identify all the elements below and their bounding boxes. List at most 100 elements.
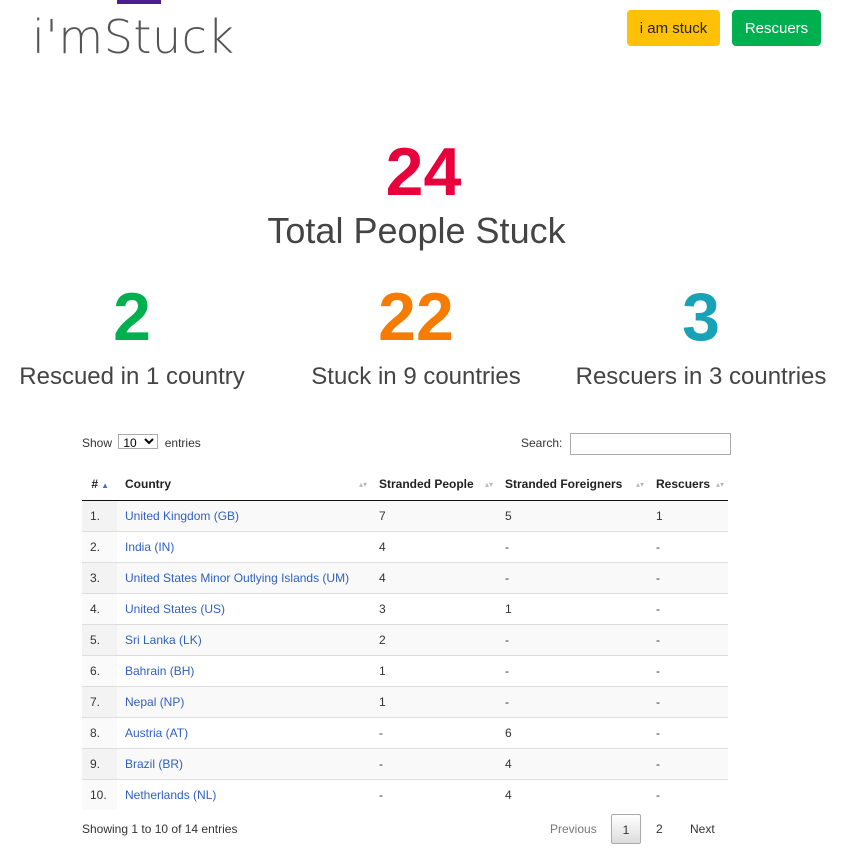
country-link[interactable]: Nepal (NP) — [125, 695, 184, 709]
country-cell: United Kingdom (GB) — [117, 500, 371, 532]
row-number: 8. — [82, 717, 117, 749]
previous-page-button[interactable]: Previous — [536, 814, 611, 844]
sort-both-icon: ▴▾ — [358, 480, 367, 489]
search-label: Search: — [521, 436, 563, 451]
total-stuck-count: 24 — [385, 134, 462, 210]
search-control: Search: — [521, 433, 731, 455]
table-row: 7. Nepal (NP) 1- - — [82, 686, 728, 718]
table-row: 3. United States Minor Outlying Islands (… — [82, 562, 728, 594]
stranded-foreigners-cell: 4 — [497, 748, 648, 780]
total-stuck-label: Total People Stuck — [267, 210, 566, 251]
country-link[interactable]: United States (US) — [125, 602, 225, 616]
country-link[interactable]: United Kingdom (GB) — [125, 509, 239, 523]
rescuers-cell: - — [648, 655, 728, 687]
row-number: 6. — [82, 655, 117, 687]
page-2-button[interactable]: 2 — [647, 814, 672, 844]
page-1-button[interactable]: 1 — [611, 814, 641, 844]
site-logo[interactable]: i'mStuck — [32, 10, 235, 64]
country-cell: Brazil (BR) — [117, 748, 371, 780]
show-label: Show — [82, 436, 113, 450]
column-header-stranded-people[interactable]: Stranded People ▴▾ — [371, 468, 497, 501]
country-link[interactable]: Sri Lanka (LK) — [125, 633, 202, 647]
table-row: 2. India (IN) 4- - — [82, 531, 728, 563]
rescuers-cell: - — [648, 531, 728, 563]
column-header-rescuers[interactable]: Rescuers ▴▾ — [648, 468, 728, 501]
column-header-stranded-foreigners[interactable]: Stranded Foreigners ▴▾ — [497, 468, 648, 501]
country-cell: Austria (AT) — [117, 717, 371, 749]
stranded-people-cell: 1 — [371, 655, 497, 687]
page-length-control: Show 10 entries — [82, 434, 201, 450]
i-am-stuck-button[interactable]: i am stuck — [627, 10, 720, 46]
row-number: 10. — [82, 779, 117, 810]
stranded-foreigners-cell: 5 — [497, 500, 648, 532]
rescuers-cell: - — [648, 624, 728, 656]
stranded-foreigners-cell: 6 — [497, 717, 648, 749]
row-number: 1. — [82, 500, 117, 532]
sort-ascending-icon: ▲ — [101, 481, 109, 490]
table-row: 5. Sri Lanka (LK) 2- - — [82, 624, 728, 656]
stranded-foreigners-cell: 1 — [497, 593, 648, 625]
stranded-foreigners-cell: - — [497, 655, 648, 687]
table-row: 8. Austria (AT) -6- — [82, 717, 728, 749]
rescued-count: 2 — [113, 279, 151, 355]
country-cell: India (IN) — [117, 531, 371, 563]
rescuers-button[interactable]: Rescuers — [732, 10, 821, 46]
rescuers-cell: 1 — [648, 500, 728, 532]
country-link[interactable]: Brazil (BR) — [125, 757, 183, 771]
stranded-people-cell: 2 — [371, 624, 497, 656]
stranded-people-cell: 1 — [371, 686, 497, 718]
sort-both-icon: ▴▾ — [484, 480, 493, 489]
country-link[interactable]: Austria (AT) — [125, 726, 188, 740]
country-link[interactable]: Bahrain (BH) — [125, 664, 194, 678]
rescuers-count: 3 — [682, 279, 720, 355]
row-number: 5. — [82, 624, 117, 656]
rescuers-cell: - — [648, 562, 728, 594]
country-link[interactable]: Netherlands (NL) — [125, 788, 216, 802]
row-number: 3. — [82, 562, 117, 594]
countries-table: # ▲ Country ▴▾ Stranded People ▴▾ Stranded … — [82, 468, 728, 810]
stranded-people-cell: 3 — [371, 593, 497, 625]
row-number: 7. — [82, 686, 117, 718]
column-header-number[interactable]: # ▲ — [82, 468, 117, 501]
row-number: 2. — [82, 531, 117, 563]
rescuers-cell: - — [648, 779, 728, 810]
country-cell: Nepal (NP) — [117, 686, 371, 718]
stranded-people-cell: 4 — [371, 531, 497, 563]
stranded-foreigners-cell: - — [497, 531, 648, 563]
country-link[interactable]: United States Minor Outlying Islands (UM… — [125, 571, 349, 585]
stranded-foreigners-cell: 4 — [497, 779, 648, 810]
stranded-foreigners-cell: - — [497, 562, 648, 594]
table-row: 9. Brazil (BR) -4- — [82, 748, 728, 780]
stranded-people-cell: - — [371, 779, 497, 810]
search-input[interactable] — [569, 433, 731, 455]
rescuers-cell: - — [648, 717, 728, 749]
country-cell: United States Minor Outlying Islands (UM… — [117, 562, 371, 594]
rescuers-cell: - — [648, 686, 728, 718]
country-cell: Bahrain (BH) — [117, 655, 371, 687]
sort-both-icon: ▴▾ — [635, 480, 644, 489]
table-row: 6. Bahrain (BH) 1- - — [82, 655, 728, 687]
country-link[interactable]: India (IN) — [125, 540, 174, 554]
sort-both-icon: ▴▾ — [715, 480, 724, 489]
stranded-people-cell: - — [371, 748, 497, 780]
rescuers-cell: - — [648, 748, 728, 780]
page-length-select[interactable]: 10 — [118, 434, 159, 449]
column-header-country[interactable]: Country ▴▾ — [117, 468, 371, 501]
table-row: 4. United States (US) 3 1- — [82, 593, 728, 625]
table-header-row: # ▲ Country ▴▾ Stranded People ▴▾ Stranded … — [82, 468, 728, 501]
table-row: 1. United Kingdom (GB) 7 5 1 — [82, 500, 728, 532]
top-accent-bar — [117, 0, 161, 4]
row-number: 9. — [82, 748, 117, 780]
table-row: 10. Netherlands (NL) -4- — [82, 779, 728, 810]
stranded-people-cell: 7 — [371, 500, 497, 532]
stuck-label: Stuck in 9 countries — [311, 363, 521, 390]
country-cell: United States (US) — [117, 593, 371, 625]
table-info: Showing 1 to 10 of 14 entries — [82, 822, 238, 836]
country-cell: Sri Lanka (LK) — [117, 624, 371, 656]
rescued-label: Rescued in 1 country — [19, 363, 245, 390]
entries-label: entries — [164, 436, 201, 450]
stranded-people-cell: - — [371, 717, 497, 749]
rescuers-label: Rescuers in 3 countries — [575, 363, 827, 390]
next-page-button[interactable]: Next — [677, 814, 728, 844]
stuck-count: 22 — [378, 279, 454, 355]
